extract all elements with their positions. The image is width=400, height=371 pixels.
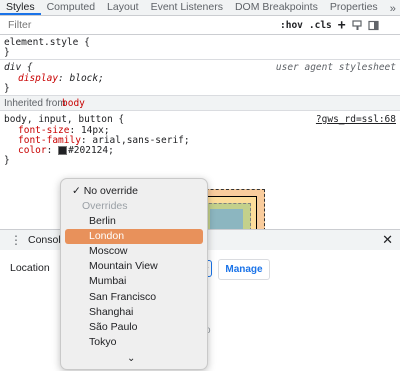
body-input-button-rule: body, input, button { ?gws_rd=ssl:68 fon… xyxy=(0,111,400,167)
property-name: display xyxy=(18,73,59,84)
rule-declaration: display: block; xyxy=(18,73,104,84)
rule-selector: div { xyxy=(4,62,33,73)
option-group-overrides: Overrides xyxy=(82,200,128,212)
declaration-color[interactable]: color: #202124; xyxy=(18,145,114,156)
property-value: block; xyxy=(69,73,104,84)
option-berlin[interactable]: Berlin xyxy=(65,214,203,229)
location-label: Location xyxy=(10,262,50,274)
element-style-rule: element.style { } xyxy=(0,35,400,60)
tab-dom-breakpoints[interactable]: DOM Breakpoints xyxy=(229,1,324,15)
computed-styles-sidebar-icon[interactable] xyxy=(368,20,379,31)
option-no-override[interactable]: ✓ No override xyxy=(65,184,203,199)
styles-filter-input[interactable] xyxy=(6,18,280,32)
option-mountain-view[interactable]: Mountain View xyxy=(65,259,203,274)
box-model-content[interactable] xyxy=(210,209,243,229)
rule-close-brace: } xyxy=(4,47,10,58)
rule-close-brace: } xyxy=(4,155,10,166)
drawer-menu-icon[interactable]: ⋮ xyxy=(10,233,22,247)
rule-source-link[interactable]: ?gws_rd=ssl:68 xyxy=(316,114,396,125)
paint-format-icon[interactable] xyxy=(352,19,363,31)
close-drawer-icon[interactable]: ✕ xyxy=(382,232,393,248)
div-user-agent-rule: div { user agent stylesheet display: blo… xyxy=(0,60,400,96)
styles-filter-bar: :hov .cls + xyxy=(0,16,400,35)
color-swatch[interactable] xyxy=(58,146,68,155)
inherited-from-header: Inherited from body xyxy=(0,96,400,111)
inherited-label: Inherited from xyxy=(4,98,66,109)
hover-state-toggle[interactable]: :hov xyxy=(280,20,303,31)
option-sao-paulo[interactable]: São Paulo xyxy=(65,320,203,335)
more-tabs-button[interactable]: » xyxy=(384,3,400,15)
scroll-down-chevron-icon[interactable]: ⌄ xyxy=(127,353,135,364)
tab-event-listeners[interactable]: Event Listeners xyxy=(145,1,229,15)
devtools-tab-bar: Styles Computed Layout Event Listeners D… xyxy=(0,0,400,16)
new-style-rule-button[interactable]: + xyxy=(338,18,346,33)
tab-styles[interactable]: Styles xyxy=(0,1,41,15)
location-dropdown-menu: ✓ No override Overrides Berlin London Mo… xyxy=(60,178,208,370)
rule-selector[interactable]: body, input, button { xyxy=(4,114,124,125)
option-san-francisco[interactable]: San Francisco xyxy=(65,290,203,305)
option-london[interactable]: London xyxy=(65,229,203,244)
inherited-node-link[interactable]: body xyxy=(62,98,85,109)
class-toggle[interactable]: .cls xyxy=(309,20,332,31)
option-shanghai[interactable]: Shanghai xyxy=(65,305,203,320)
tab-layout[interactable]: Layout xyxy=(101,1,145,15)
option-moscow[interactable]: Moscow xyxy=(65,244,203,259)
option-mumbai[interactable]: Mumbai xyxy=(65,274,203,289)
tab-properties[interactable]: Properties xyxy=(324,1,384,15)
rule-selector[interactable]: element.style { xyxy=(4,37,90,48)
tab-computed[interactable]: Computed xyxy=(41,1,101,15)
option-tokyo[interactable]: Tokyo xyxy=(65,335,203,350)
rule-close-brace: } xyxy=(4,83,10,94)
manage-locations-button[interactable]: Manage xyxy=(218,259,270,280)
rule-source: user agent stylesheet xyxy=(275,62,396,73)
